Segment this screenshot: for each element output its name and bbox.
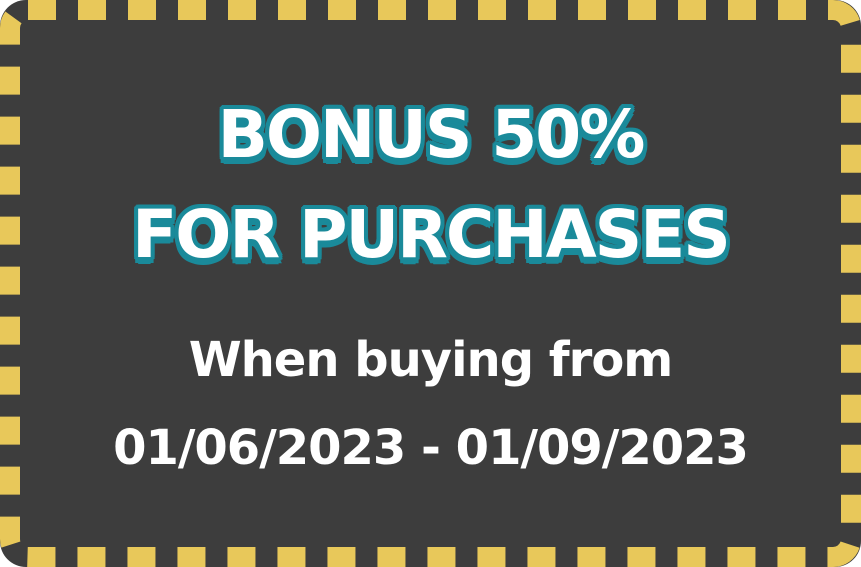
headline-for-purchases: FOR PURCHASES bbox=[132, 196, 731, 273]
coupon-card: BONUS 50% FOR PURCHASES When buying from… bbox=[0, 0, 861, 567]
subtext-date-range: 01/06/2023 - 01/09/2023 bbox=[113, 420, 749, 476]
headline-bonus: BONUS 50% bbox=[217, 96, 646, 173]
subtext-when-buying: When buying from bbox=[188, 332, 674, 388]
dashed-border bbox=[0, 0, 861, 567]
